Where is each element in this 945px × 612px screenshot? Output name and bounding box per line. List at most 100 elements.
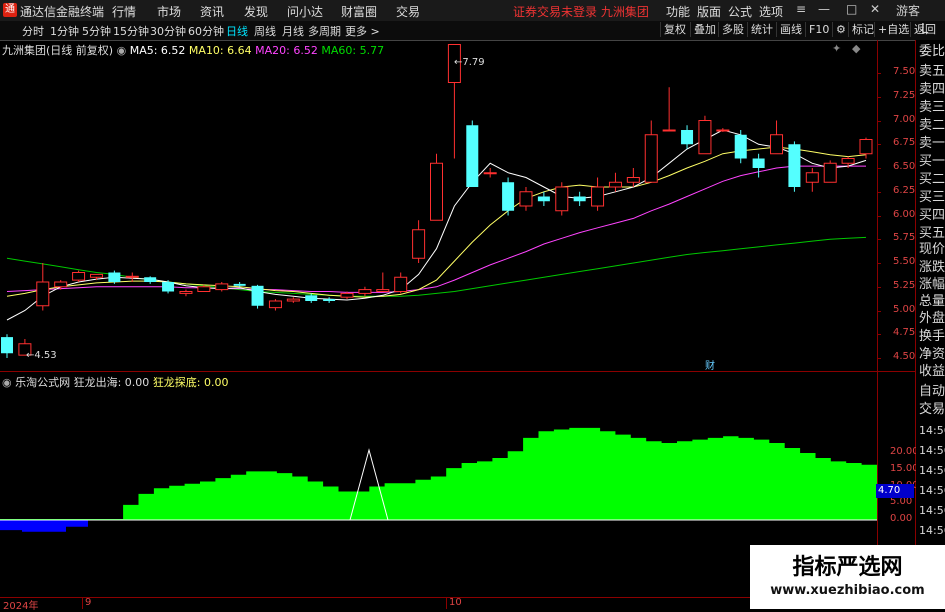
menu-ask[interactable]: 问小达 (287, 3, 323, 20)
f10-button[interactable]: F10 (805, 22, 832, 37)
adjust-button[interactable]: 复权 (660, 22, 689, 37)
period-15min[interactable]: 15分钟 (113, 23, 149, 39)
period-5min[interactable]: 5分钟 (82, 23, 111, 39)
menu-market[interactable]: 市场 (157, 3, 181, 20)
candle (89, 273, 103, 281)
app-logo-icon: 通 (3, 3, 17, 17)
quote-label: 卖四 (919, 82, 945, 97)
trade-time: 14:56 (919, 464, 945, 477)
indicator-chart[interactable] (0, 372, 877, 597)
quote-label: 买一 (919, 154, 945, 169)
quote-label: 外盘 (919, 311, 945, 326)
candle (716, 128, 730, 132)
candle (483, 168, 497, 178)
candle (394, 272, 408, 294)
quote-label[interactable]: 交易 (919, 402, 945, 418)
menu-formula[interactable]: 公式 (728, 3, 752, 20)
candle (268, 299, 282, 311)
candle (251, 284, 264, 309)
menu-wealth[interactable]: 财富圈 (341, 3, 377, 20)
menu-trade[interactable]: 交易 (396, 3, 420, 20)
date-month-9: 9 (85, 597, 92, 608)
period-more[interactable]: 更多 > (345, 23, 380, 39)
period-30min[interactable]: 30分钟 (150, 23, 186, 39)
maximize-icon[interactable]: □ (846, 2, 857, 16)
settings-icon[interactable]: ⚙ (832, 22, 849, 37)
candle (608, 172, 622, 192)
menu-layout[interactable]: 版面 (697, 3, 721, 20)
quote-label: 收益 (919, 364, 945, 379)
multi-stock-button[interactable]: 多股 (718, 22, 747, 37)
quote-label: 换手 (919, 329, 945, 344)
menu-options[interactable]: 选项 (759, 3, 783, 20)
candle (823, 160, 837, 183)
trade-status: 证券交易未登录 九洲集团 (513, 5, 649, 19)
add-watchlist-button[interactable]: +自选 (874, 22, 912, 37)
draw-button[interactable]: 画线 (776, 22, 805, 37)
price-tick (877, 263, 881, 264)
period-weekly[interactable]: 周线 (254, 23, 276, 39)
price-tick (877, 96, 881, 98)
candle (681, 125, 694, 149)
quote-label: 总量 (919, 294, 945, 309)
candle (323, 297, 336, 303)
price-tick (877, 73, 881, 74)
period-tick[interactable]: 分时 (22, 23, 44, 39)
guest-label[interactable]: 游客 (896, 2, 920, 19)
low-annotation: ←4.53 (26, 350, 57, 361)
period-multi[interactable]: 多周期 (308, 23, 341, 39)
period-daily[interactable]: 日线 (226, 23, 248, 39)
ma60-line (6, 236, 867, 297)
mark-button[interactable]: 标记 (848, 22, 877, 37)
quote-label: 涨跌 (919, 260, 945, 275)
candle (573, 191, 586, 206)
trade-time: 14:56 (919, 524, 945, 537)
candle (233, 282, 246, 287)
menu-function[interactable]: 功能 (666, 3, 690, 20)
candle (555, 182, 569, 216)
candlestick-chart[interactable] (0, 40, 877, 371)
price-tick (877, 358, 881, 359)
candle (734, 130, 747, 164)
period-1min[interactable]: 1分钟 (50, 23, 79, 39)
hamburger-icon[interactable]: ≡ (796, 2, 806, 16)
candle (286, 297, 300, 303)
date-tick (446, 597, 447, 609)
close-icon[interactable]: ✕ (870, 2, 880, 16)
period-60min[interactable]: 60分钟 (188, 23, 224, 39)
trade-time: 14:56 (919, 504, 945, 517)
stats-button[interactable]: 统计 (747, 22, 776, 37)
quote-label: 卖五 (919, 64, 945, 79)
overlay-button[interactable]: 叠加 (690, 22, 719, 37)
price-tick (877, 215, 881, 217)
quote-label: 卖三 (919, 100, 945, 115)
price-tick (877, 120, 881, 122)
green-area (0, 427, 877, 520)
quote-label: 卖二 (919, 118, 945, 133)
candle (519, 187, 533, 211)
quote-label: 净资 (919, 347, 945, 362)
candle (466, 120, 479, 187)
quote-label: 委比 (919, 44, 945, 59)
candle (770, 120, 784, 155)
finance-marker[interactable]: 财 (705, 357, 715, 372)
menu-quotes[interactable]: 行情 (112, 3, 136, 20)
menu-discover[interactable]: 发现 (244, 3, 268, 20)
candle (788, 141, 801, 192)
candle (36, 263, 50, 311)
menu-news[interactable]: 资讯 (200, 3, 224, 20)
quote-label: 买五 (919, 226, 945, 241)
price-tick (877, 144, 881, 146)
minimize-icon[interactable]: — (818, 2, 830, 16)
trade-time: 14:56 (919, 484, 945, 497)
candle (412, 220, 426, 263)
quote-label: 买二 (919, 172, 945, 187)
period-monthly[interactable]: 月线 (282, 23, 304, 39)
price-tick (877, 191, 881, 193)
candle (752, 153, 765, 178)
blue-area (0, 520, 88, 532)
quote-label[interactable]: 自动 (919, 384, 945, 400)
candle (698, 115, 712, 155)
candle (215, 282, 229, 292)
date-month-10: 10 (449, 597, 462, 608)
